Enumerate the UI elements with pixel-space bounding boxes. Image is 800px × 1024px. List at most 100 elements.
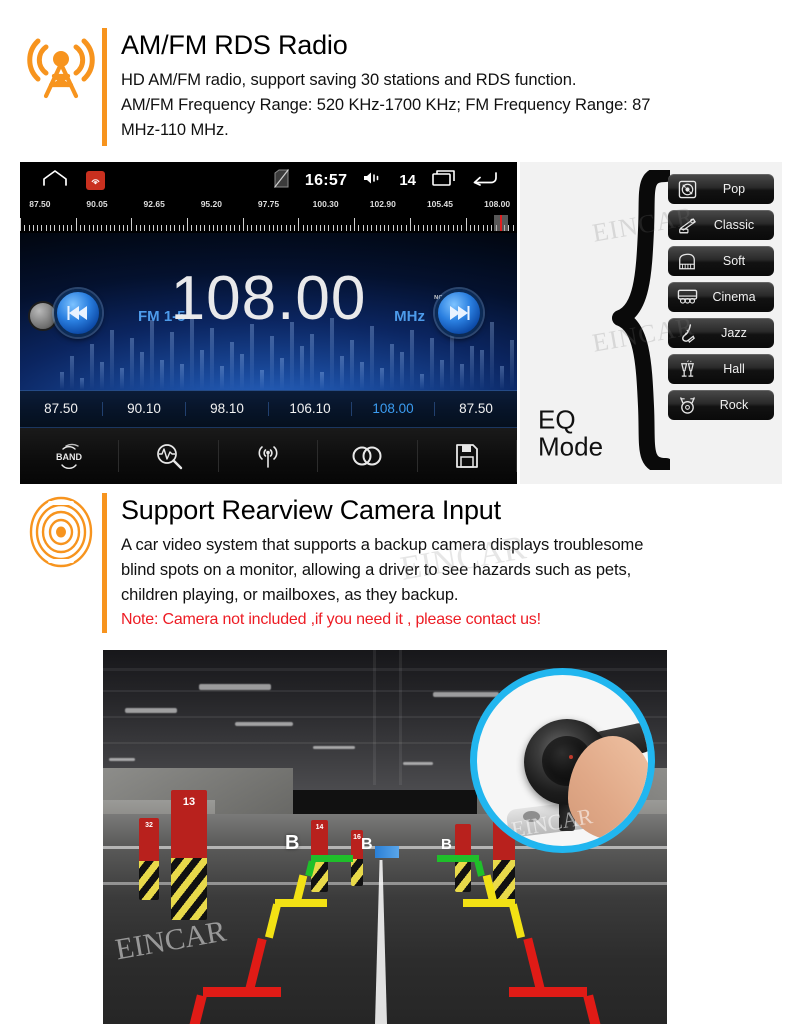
ruler-tick [191,225,193,231]
ruler-tick [45,225,47,231]
ruler-tick [247,225,249,231]
eq-mode-cinema[interactable]: Cinema [668,282,774,312]
ruler-tick [212,225,214,231]
ruler-tick [157,225,159,231]
green-guideline [305,855,353,877]
ruler-tick [337,225,339,231]
ruler-tick [225,225,227,231]
home-icon[interactable] [42,170,68,191]
ruler-tick [131,218,133,231]
ruler-tick [234,225,236,231]
eq-mode-list[interactable]: Pop Classic Soft Cinema Jazz Hall Rock [668,174,774,420]
ruler-tick [178,225,180,231]
page-title-amfm: AM/FM RDS Radio [121,30,348,60]
ruler-label: 95.20 [200,199,222,209]
ruler-tick [358,225,360,231]
eq-mode-label-2: Soft [722,254,746,268]
ruler-tick [319,225,321,231]
rearview-body-line-2: blind spots on a monitor, allowing a dri… [121,561,632,580]
feature-body-line-2: AM/FM Frequency Range: 520 KHz-1700 KHz;… [121,96,651,115]
cinema-seats-icon [674,288,700,306]
ruler-tick [88,225,90,231]
ruler-tick [512,225,514,231]
ruler-tick [294,225,296,231]
ruler-tick [165,225,167,231]
eq-mode-pop[interactable]: Pop [668,174,774,204]
eq-mode-rock[interactable]: Rock [668,390,774,420]
ruler-tick [264,225,266,231]
ruler-tick [28,225,30,231]
preset-station-row[interactable]: 87.50 90.10 98.10 106.10 108.00 87.50 [20,390,517,428]
ruler-tick [409,218,411,231]
ruler-tick [135,225,137,231]
ruler-tick [349,225,351,231]
eq-mode-jazz[interactable]: Jazz [668,318,774,348]
eq-mode-panel: EQ Mode Pop Classic Soft Cinema Jazz Hall Rock… [520,162,782,484]
rds-signal-icon[interactable] [86,171,105,190]
yellow-guideline [265,874,327,939]
ruler-tick [221,225,223,231]
ruler-tick [461,225,463,231]
accent-bar-2 [102,493,107,633]
ruler-tick [427,225,429,231]
preset-station-1[interactable]: 87.50 [20,402,103,416]
ruler-tick [229,225,231,231]
ruler-tick [452,225,454,231]
band-button[interactable]: BAND [20,440,120,472]
preset-station-6[interactable]: 87.50 [435,402,517,416]
volume-icon[interactable] [363,171,383,190]
recents-icon[interactable] [432,170,456,191]
ruler-tick [118,225,120,231]
preset-station-2[interactable]: 90.10 [103,402,186,416]
ruler-tick [431,225,433,231]
function-button-bar[interactable]: BAND [20,428,517,484]
status-bar-right: 16:57 14 [273,168,517,193]
preset-station-5[interactable]: 108.00 [352,402,435,416]
product-feature-page: AM/FM RDS Radio HD AM/FM radio, support … [0,0,800,1024]
ruler-tick [311,225,313,231]
ruler-tick [324,225,326,231]
eq-mode-hall[interactable]: Hall [668,354,774,384]
ruler-tick [127,225,129,231]
tuning-cursor[interactable] [500,215,503,231]
ruler-tick [422,225,424,231]
frequency-unit: MHz [394,308,425,325]
green-guideline-right [437,855,485,877]
ruler-tick [122,225,124,231]
scan-search-icon[interactable] [119,440,219,472]
eq-mode-soft[interactable]: Soft [668,246,774,276]
ruler-tick [169,225,171,231]
gramophone-icon [674,216,700,235]
save-disk-icon[interactable] [418,440,517,472]
eq-mode-classic[interactable]: Classic [668,210,774,240]
frequency-value: 108.00 [170,264,367,333]
ruler-tick [259,225,261,231]
ruler-tick [174,225,176,231]
drum-kit-icon [674,396,700,415]
ruler-tick [255,225,257,231]
ruler-tick [217,225,219,231]
ruler-tick [401,225,403,231]
ruler-tick [84,225,86,231]
ruler-tick [457,225,459,231]
ruler-tick [465,218,467,231]
ruler-tick [161,225,163,231]
ruler-tick [414,225,416,231]
preset-station-3[interactable]: 98.10 [186,402,269,416]
back-icon[interactable] [472,170,497,191]
ruler-tick [37,225,39,231]
ruler-tick [405,225,407,231]
ruler-tick [315,225,317,231]
frequency-ruler[interactable]: 87.50 90.05 92.65 95.20 97.75 100.30 102.90 105… [20,199,517,233]
red-guideline [185,937,281,1024]
eq-label-line-2: Mode [538,432,604,462]
antenna-icon[interactable] [219,440,319,472]
eq-mode-label-6: Rock [719,398,749,412]
ruler-tick [345,225,347,231]
stereo-icon[interactable] [318,440,418,472]
page-title-rearview: Support Rearview Camera Input [121,495,501,525]
rearview-body-line-1: A car video system that supports a backu… [121,536,644,555]
ruler-tick [238,225,240,231]
ruler-tick [444,225,446,231]
preset-station-4[interactable]: 106.10 [269,402,352,416]
